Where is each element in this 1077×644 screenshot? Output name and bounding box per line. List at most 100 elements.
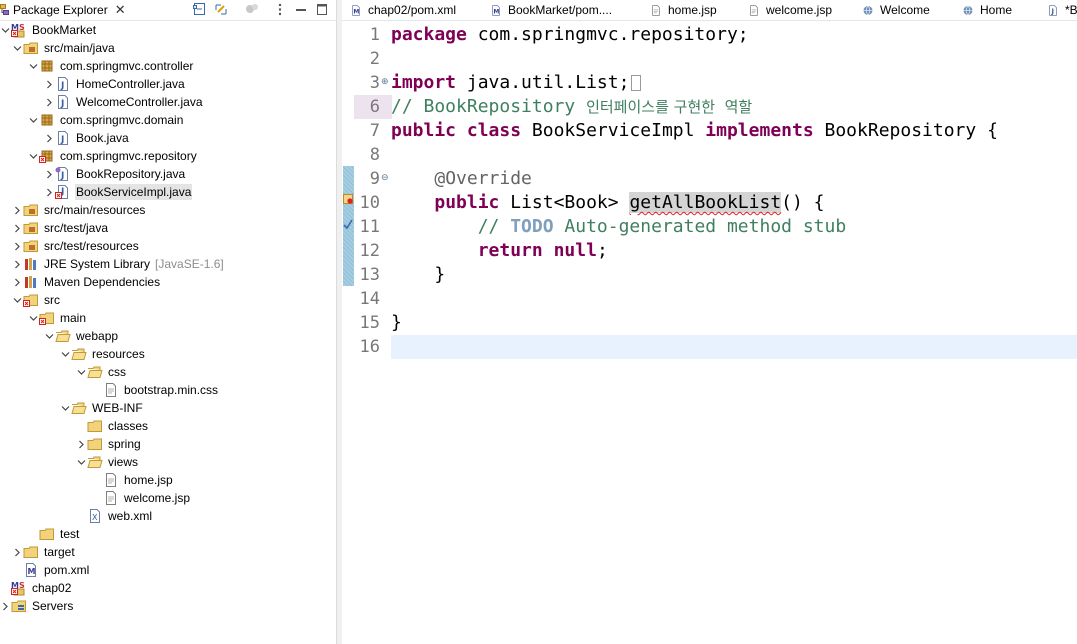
open-folder-icon [55, 328, 71, 344]
tree-item[interactable]: src/main/resources [0, 201, 336, 219]
tree-item[interactable]: src/main/java [0, 39, 336, 57]
tree-item[interactable]: src/test/resources [0, 237, 336, 255]
tree-item[interactable]: Xweb.xml [0, 507, 336, 525]
tree-item[interactable]: resources [0, 345, 336, 363]
tree-item[interactable]: home.jsp [0, 471, 336, 489]
expand-chevron-right-icon[interactable] [12, 273, 23, 291]
code-area[interactable]: package com.springmvc.repository; import … [391, 22, 1077, 644]
code-line[interactable]: import java.util.List; [391, 71, 642, 95]
tree-item[interactable]: src/test/java [0, 219, 336, 237]
tree-item[interactable]: Servers [0, 597, 336, 615]
expand-chevron-down-icon[interactable] [28, 111, 39, 129]
editor-tab-label: chap02/pom.xml [368, 3, 457, 17]
code-line[interactable]: public List<Book> getAllBookList() { [391, 191, 825, 215]
code-line[interactable]: @Override [391, 167, 532, 191]
tree-item[interactable]: webapp [0, 327, 336, 345]
collapse-all-icon[interactable] [193, 3, 207, 16]
editor-tab[interactable]: Welcome [862, 0, 930, 20]
code-line[interactable]: // TODO Auto-generated method stub [391, 215, 846, 239]
library-icon [23, 256, 39, 272]
tree-item[interactable]: main [0, 309, 336, 327]
expand-chevron-down-icon[interactable] [28, 57, 39, 75]
tree-item[interactable]: J BookServiceImpl.java [0, 183, 336, 201]
tab-package-explorer[interactable]: Package Explorer ✕ [0, 0, 130, 20]
fold-collapse-icon[interactable]: ⊖ [381, 174, 390, 183]
expand-chevron-right-icon[interactable] [76, 435, 87, 453]
expand-chevron-right-icon[interactable] [12, 543, 23, 561]
link-with-editor-icon[interactable] [214, 3, 228, 16]
code-line[interactable]: // BookRepository 인터페이스를 구현한 역할 [391, 95, 752, 119]
minimize-icon[interactable] [294, 3, 308, 16]
expand-chevron-down-icon[interactable] [60, 399, 71, 417]
tree-item[interactable]: WEB-INF [0, 399, 336, 417]
code-token: getAllBookList [629, 192, 782, 213]
expand-chevron-right-icon[interactable] [12, 219, 23, 237]
expand-chevron-right-icon[interactable] [44, 165, 55, 183]
line-number: 14 [359, 289, 380, 309]
fold-expand-icon[interactable]: ⊕ [381, 78, 390, 87]
expand-chevron-down-icon[interactable] [44, 327, 55, 345]
expand-chevron-right-icon[interactable] [44, 183, 55, 201]
tree-item[interactable]: com.springmvc.repository [0, 147, 336, 165]
expand-chevron-right-icon[interactable] [44, 75, 55, 93]
task-marker-icon[interactable] [343, 218, 353, 230]
expand-chevron-right-icon[interactable] [12, 237, 23, 255]
editor-tab[interactable]: Mchap02/pom.xml [350, 0, 456, 20]
tree-item[interactable]: com.springmvc.domain [0, 111, 336, 129]
view-menu-icon[interactable] [273, 3, 287, 16]
expand-chevron-down-icon[interactable] [76, 363, 87, 381]
expand-chevron-right-icon[interactable] [12, 255, 23, 273]
editor-tab[interactable]: J *Bo [1047, 0, 1077, 20]
code-line[interactable]: } [391, 311, 402, 335]
expand-chevron-down-icon[interactable] [0, 21, 11, 39]
tree-item[interactable]: M S BookMarket [0, 21, 336, 39]
tree-item[interactable]: classes [0, 417, 336, 435]
tree-item[interactable]: test [0, 525, 336, 543]
tree-item[interactable]: M S chap02 [0, 579, 336, 597]
tree-item[interactable]: bootstrap.min.css [0, 381, 336, 399]
maximize-icon[interactable] [315, 3, 329, 16]
expand-chevron-right-icon[interactable] [44, 93, 55, 111]
tree-item[interactable]: target [0, 543, 336, 561]
expand-chevron-down-icon[interactable] [12, 39, 23, 57]
editor-tab[interactable]: M BookMarket/pom.... [490, 0, 612, 20]
focus-icon[interactable] [245, 3, 259, 16]
expand-chevron-down-icon[interactable] [12, 291, 23, 309]
code-line[interactable]: } [391, 263, 445, 287]
editor-tab[interactable]: home.jsp [650, 0, 717, 20]
code-line[interactable]: public class BookServiceImpl implements … [391, 119, 998, 143]
tree-item[interactable]: J HomeController.java [0, 75, 336, 93]
expand-chevron-right-icon[interactable] [12, 201, 23, 219]
expand-chevron-right-icon[interactable] [0, 597, 11, 615]
expand-chevron-down-icon[interactable] [60, 345, 71, 363]
editor-tab[interactable]: Home [962, 0, 1012, 20]
code-token: // [477, 216, 511, 237]
file-icon [748, 4, 760, 17]
tree-item[interactable]: Maven Dependencies [0, 273, 336, 291]
code-line[interactable]: package com.springmvc.repository; [391, 23, 749, 47]
expand-chevron-right-icon[interactable] [44, 129, 55, 147]
tree-item[interactable]: css [0, 363, 336, 381]
tree-item[interactable]: spring [0, 435, 336, 453]
code-line[interactable]: return null; [391, 239, 608, 263]
tree-item[interactable]: src [0, 291, 336, 309]
tree-item[interactable]: Mpom.xml [0, 561, 336, 579]
tree-item[interactable]: J BookRepository.java [0, 165, 336, 183]
tree-item[interactable]: J Book.java [0, 129, 336, 147]
tree-item[interactable]: welcome.jsp [0, 489, 336, 507]
tree-item[interactable]: J WelcomeController.java [0, 93, 336, 111]
tree-item[interactable]: views [0, 453, 336, 471]
expand-chevron-down-icon[interactable] [76, 453, 87, 471]
expand-chevron-down-icon[interactable] [28, 309, 39, 327]
expand-chevron-down-icon[interactable] [28, 147, 39, 165]
editor-tab[interactable]: welcome.jsp [748, 0, 832, 20]
annotation-ruler[interactable] [342, 22, 354, 644]
tree-item[interactable]: com.springmvc.controller [0, 57, 336, 75]
maven-file-icon: M [350, 4, 362, 17]
close-icon[interactable]: ✕ [115, 3, 126, 16]
error-marker-icon[interactable] [343, 193, 353, 204]
tree-item[interactable]: JRE System Library [JavaSE-1.6] [0, 255, 336, 273]
